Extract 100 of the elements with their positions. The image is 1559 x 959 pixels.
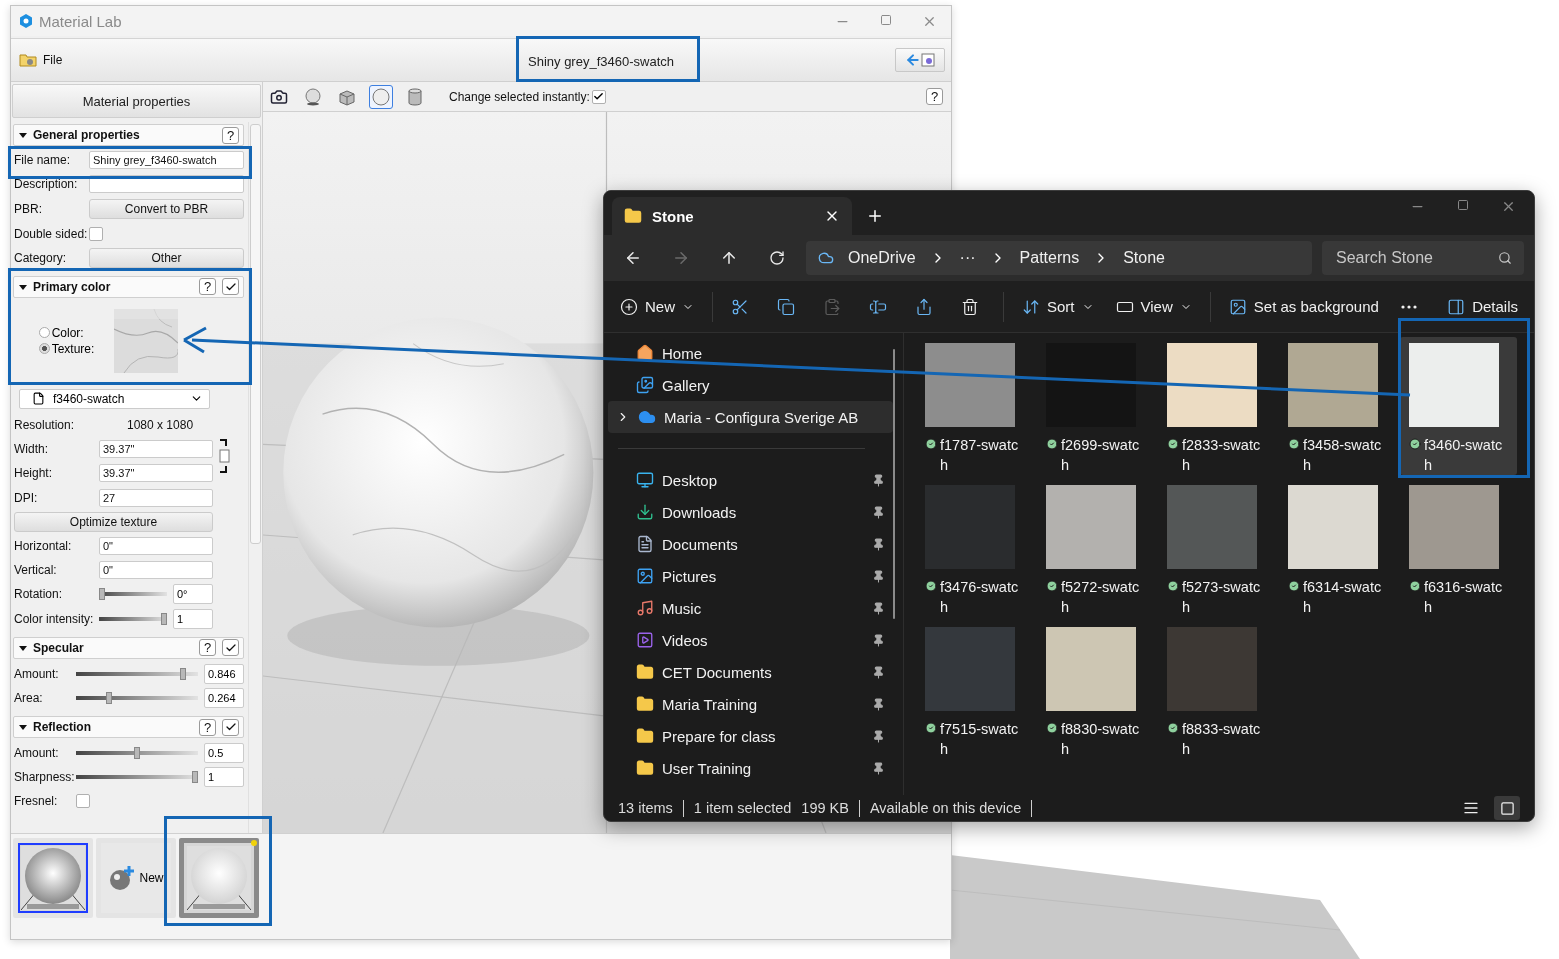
checkbox[interactable]	[89, 226, 103, 241]
file-name: f3458-swatch	[1303, 436, 1383, 475]
field-label: Description:	[14, 176, 79, 191]
new-material-tile[interactable]: New	[96, 838, 176, 918]
check-icon	[593, 91, 605, 102]
section-header[interactable]: Specular ?	[13, 636, 244, 659]
value-field[interactable]: 1	[204, 767, 244, 788]
file-name: f7515-swatch	[940, 720, 1020, 759]
help-button[interactable]: ?	[199, 718, 216, 736]
command-button[interactable]: Set as background	[1220, 290, 1387, 323]
section-header[interactable]: Primary color ?	[13, 275, 244, 298]
collapse-triangle-icon[interactable]	[19, 723, 27, 731]
value-field[interactable]: 0°	[173, 584, 213, 605]
action-button[interactable]: Convert to PBR	[89, 199, 244, 220]
field-label: Category:	[14, 250, 68, 265]
file-tile[interactable]: f6314-swatch	[1279, 479, 1396, 617]
file-tile[interactable]: f7515-swatch	[916, 621, 1033, 759]
field-label: PBR:	[14, 202, 43, 217]
value-field[interactable]: 1	[173, 608, 213, 629]
text-field[interactable]: 39.37"	[99, 440, 213, 459]
collapse-triangle-icon[interactable]	[19, 282, 27, 291]
back-button[interactable]	[895, 48, 945, 72]
file-name: f5273-swatch	[1182, 578, 1262, 617]
window-title: Material Lab	[39, 12, 122, 30]
value-field[interactable]: 0.5	[204, 743, 244, 764]
maximize-icon[interactable]	[1457, 199, 1469, 211]
help-button[interactable]: ?	[222, 126, 239, 144]
file-menu[interactable]: File	[17, 51, 65, 69]
image-icon	[1228, 297, 1247, 316]
section-header[interactable]: Reflection ?	[13, 716, 244, 738]
slider-thumb[interactable]	[161, 612, 167, 625]
field-label: Color intensity:	[14, 611, 95, 626]
section-title: General properties	[33, 128, 141, 142]
field-label: File name:	[14, 152, 72, 167]
texture-dropdown[interactable]: f3460-swatch	[19, 388, 210, 409]
file-name: f3476-swatch	[940, 578, 1020, 617]
slider-thumb[interactable]	[180, 667, 187, 680]
file-tile[interactable]: f2699-swatch	[1037, 337, 1154, 475]
address-bar[interactable]: OneDrive ··· Patterns Stone	[806, 241, 1312, 275]
text-field[interactable]: Shiny grey_f3460-swatch	[89, 150, 244, 169]
action-button[interactable]: Other	[89, 247, 244, 268]
field-label: Vertical:	[14, 563, 58, 578]
file-name: f5272-swatch	[1061, 578, 1141, 617]
text-field[interactable]: 39.37"	[99, 464, 213, 483]
file-tile[interactable]: f3476-swatch	[916, 479, 1033, 617]
file-tile[interactable]: f8830-swatch	[1037, 621, 1154, 759]
breadcrumb[interactable]: ···	[959, 249, 976, 267]
text-field[interactable]: 0"	[99, 561, 213, 580]
command-button[interactable]: Sort	[1014, 290, 1102, 323]
panel-header[interactable]: Material properties	[12, 84, 261, 118]
command-button[interactable]: Details	[1439, 290, 1526, 323]
window-icon	[921, 53, 935, 67]
value-field[interactable]: 0.846	[204, 663, 244, 684]
text-field[interactable]: 0"	[99, 536, 213, 555]
file-tile[interactable]: f6316-swatch	[1400, 479, 1517, 617]
file-tile[interactable]: f5273-swatch	[1158, 479, 1275, 617]
file-tile[interactable]: f2833-swatch	[1158, 337, 1275, 475]
collapse-triangle-icon[interactable]	[19, 643, 27, 652]
shape-button[interactable]	[369, 84, 393, 109]
section-header[interactable]: General properties ?	[13, 124, 244, 146]
field-label: Width:	[14, 442, 49, 457]
file-name: f3460-swatch	[1424, 436, 1504, 475]
sync-status-icon	[1167, 580, 1179, 592]
file-name: f6316-swatch	[1424, 578, 1504, 617]
slider-thumb[interactable]	[192, 771, 198, 784]
help-button[interactable]: ?	[926, 88, 943, 105]
slider-thumb[interactable]	[106, 691, 113, 704]
file-tile[interactable]: f8833-swatch	[1158, 621, 1275, 759]
close-icon[interactable]	[1501, 199, 1516, 214]
radio-button[interactable]	[38, 327, 50, 339]
command-button[interactable]: View	[1107, 290, 1200, 323]
search-field[interactable]: Search Stone	[1322, 241, 1524, 275]
file-tile[interactable]: f3458-swatch	[1279, 337, 1396, 475]
enable-checkbox[interactable]	[222, 278, 239, 296]
slider-thumb[interactable]	[99, 588, 105, 601]
tiles-view-button[interactable]	[1494, 796, 1520, 820]
breadcrumb[interactable]: Stone	[1123, 249, 1165, 267]
help-button[interactable]: ?	[199, 639, 216, 657]
radio-button[interactable]	[38, 343, 50, 355]
text-field[interactable]: 27	[99, 488, 213, 507]
enable-checkbox[interactable]	[222, 639, 239, 657]
checkbox[interactable]	[76, 794, 90, 809]
slider-thumb[interactable]	[134, 747, 140, 760]
file-tile[interactable]: f3460-swatch	[1400, 337, 1517, 475]
file-tile[interactable]: f5272-swatch	[1037, 479, 1154, 617]
enable-checkbox[interactable]	[222, 718, 239, 736]
checkbox[interactable]	[591, 89, 606, 104]
scrollbar-thumb[interactable]	[250, 124, 261, 544]
sphere-plus-icon	[108, 864, 137, 892]
tile-label: New	[139, 871, 164, 885]
square-icon	[1499, 800, 1515, 816]
value-field[interactable]: 0.264	[204, 687, 244, 708]
action-button[interactable]: Optimize texture	[14, 511, 213, 532]
help-button[interactable]: ?	[199, 278, 216, 296]
field-label: Double sided:	[14, 226, 89, 241]
maximize-icon[interactable]	[880, 13, 892, 26]
breadcrumb[interactable]: Patterns	[1019, 249, 1080, 267]
collapse-triangle-icon[interactable]	[19, 131, 27, 139]
sync-status-icon	[1046, 580, 1058, 592]
file-tile[interactable]: f1787-swatch	[916, 337, 1033, 475]
